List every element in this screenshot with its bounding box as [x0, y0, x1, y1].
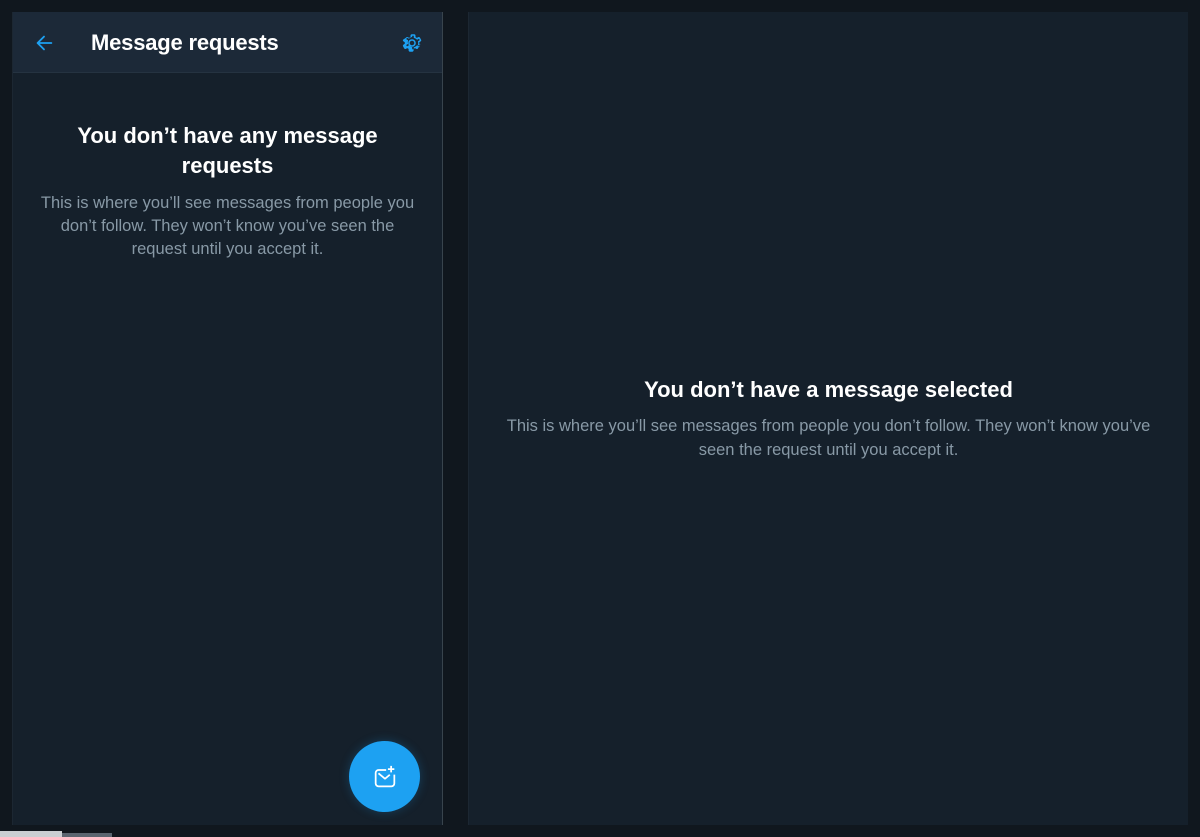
arrow-left-icon: [36, 35, 53, 51]
empty-state-description: This is where you’ll see messages from p…: [40, 194, 415, 258]
taskbar-fragment: [0, 831, 62, 837]
back-button[interactable]: [29, 28, 59, 58]
no-message-description: This is where you’ll see messages from p…: [506, 417, 1151, 459]
empty-state-title: You don’t have any message requests: [77, 123, 378, 178]
message-requests-panel: Message requests You don’t have any mess…: [12, 12, 443, 825]
page-title: Message requests: [91, 30, 279, 55]
settings-button[interactable]: [397, 28, 427, 58]
no-message-title: You don’t have a message selected: [644, 377, 1013, 402]
new-message-button[interactable]: [349, 741, 420, 812]
panel-header: Message requests: [13, 12, 442, 73]
conversation-panel: You don’t have a message selected This i…: [468, 12, 1188, 825]
new-message-icon: [374, 765, 395, 787]
empty-state: You don’t have any message requests This…: [13, 121, 442, 261]
no-message-selected: You don’t have a message selected This i…: [469, 375, 1188, 462]
gear-icon: [402, 34, 422, 52]
taskbar-fragment: [62, 833, 112, 837]
